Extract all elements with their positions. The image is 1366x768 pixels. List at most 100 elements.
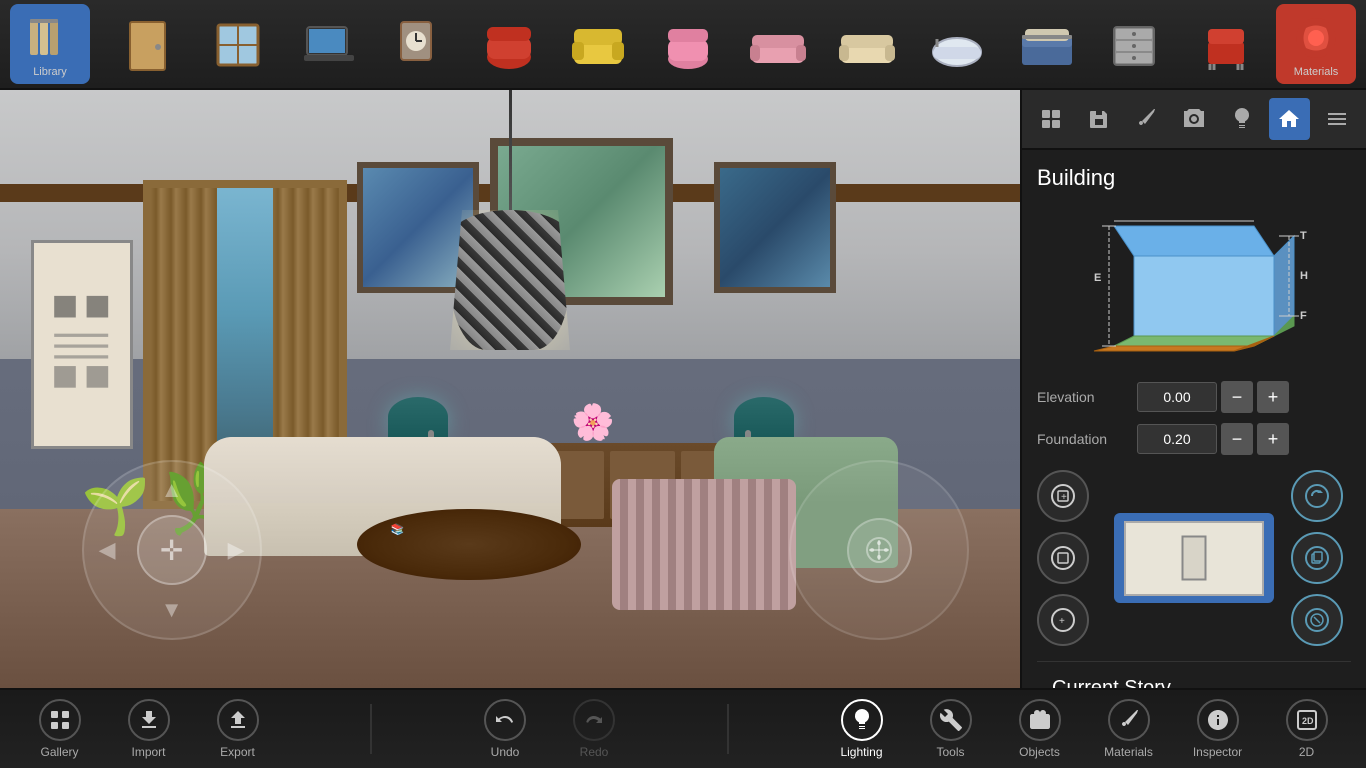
panel-paint-btn[interactable] [1125,98,1167,140]
pendant-lamp [450,90,570,350]
bottom-group-left: Gallery Import Export [15,694,282,764]
lighting-button[interactable]: Lighting [819,694,904,764]
building-section: Building T [1022,150,1366,688]
joystick-right-icon[interactable] [847,518,912,583]
bottom-toolbar: Gallery Import Export [0,688,1366,768]
svg-text:2D: 2D [1302,716,1314,726]
furniture-laptop[interactable] [289,9,369,79]
panel-home-btn[interactable] [1269,98,1311,140]
svg-text:+: + [1059,616,1065,627]
tools-icon [930,699,972,741]
furniture-door[interactable] [110,9,190,79]
furniture-pink-sofa[interactable] [738,9,818,79]
import-button[interactable]: Import [106,694,191,764]
foundation-plus-btn[interactable]: + [1257,423,1289,455]
objects-button[interactable]: Objects [997,694,1082,764]
panel-icon-row [1022,90,1366,150]
joystick-up-arrow: ▲ [161,477,183,503]
svg-text:F: F [1300,310,1307,322]
main-viewport: 🌿 🌱 🌸 📚 ▲ ▼ ◀ [0,90,1020,688]
floor-plan-inner [1124,521,1264,596]
rotate-btn[interactable] [1291,470,1343,522]
floor-plan-preview[interactable] [1114,513,1274,603]
lamp-cord [509,90,512,210]
joystick-right[interactable] [789,460,969,640]
furniture-pink-chair[interactable] [648,9,728,79]
room-scene: 🌿 🌱 🌸 📚 ▲ ▼ ◀ [0,90,1020,688]
joystick-right-arrow: ▶ [228,537,245,563]
svg-text:H: H [1300,270,1308,282]
floor-plan-door [1182,536,1207,581]
panel-lighting-btn[interactable] [1221,98,1263,140]
library-button[interactable]: Library [10,4,90,84]
separator-1 [370,704,372,754]
furniture-clock[interactable] [379,9,459,79]
gallery-button[interactable]: Gallery [17,694,102,764]
elevation-input[interactable] [1137,382,1217,412]
export-icon [217,699,259,741]
delete-btn[interactable] [1291,594,1343,646]
svg-text:E: E [1094,272,1101,284]
elevation-plus-btn[interactable]: + [1257,381,1289,413]
foundation-input[interactable] [1137,424,1217,454]
import-label: Import [131,745,165,759]
furniture-yellow-armchair[interactable] [558,9,638,79]
library-icon [23,11,78,66]
select-btn[interactable] [1037,532,1089,584]
objects-icon [1019,699,1061,741]
svg-text:+: + [1061,492,1067,503]
materials-icon [1289,11,1344,66]
undo-button[interactable]: Undo [463,694,548,764]
lamp-shade [450,210,570,350]
panel-save-btn[interactable] [1078,98,1120,140]
2d-icon: 2D [1286,699,1328,741]
building-title: Building [1037,165,1351,191]
current-story-section: Current Story Slab Thickness − + [1037,661,1351,688]
tools-button[interactable]: Tools [908,694,993,764]
copy-btn[interactable] [1291,532,1343,584]
lighting-label: Lighting [840,745,882,759]
furniture-dresser[interactable] [1096,9,1176,79]
joystick-left[interactable]: ▲ ▼ ◀ ▶ ✛ [82,460,262,640]
furniture-bed[interactable] [1007,9,1087,79]
inspector-label: Inspector [1193,745,1242,759]
elevation-minus-btn[interactable]: − [1221,381,1253,413]
foundation-row: Foundation − + [1037,423,1351,455]
panel-camera-btn[interactable] [1173,98,1215,140]
elevation-row: Elevation − + [1037,381,1351,413]
gallery-label: Gallery [40,745,78,759]
materials-button[interactable]: Materials [1276,4,1356,84]
add-floor-btn[interactable]: + [1037,470,1089,522]
panel-objects-btn[interactable] [1030,98,1072,140]
joystick-center[interactable]: ✛ [137,515,207,585]
wall-art-left [31,240,133,449]
current-story-title: Current Story [1052,677,1336,688]
box-preview: T H F E [1074,206,1314,366]
import-icon [128,699,170,741]
elevation-label: Elevation [1037,389,1137,405]
2d-label: 2D [1299,745,1314,759]
furniture-beige-sofa[interactable] [827,9,907,79]
foundation-minus-btn[interactable]: − [1221,423,1253,455]
coffee-table: 📚 [357,509,581,581]
inspector-button[interactable]: Inspector [1175,694,1260,764]
objects-label: Objects [1019,745,1060,759]
joystick-left-arrow: ◀ [99,537,116,563]
wall-lamp-left [388,397,448,437]
joystick-down-arrow: ▼ [161,597,183,623]
striped-chair [612,479,796,611]
furniture-red-chair[interactable] [469,9,549,79]
wall-lamp-right [734,397,794,437]
export-button[interactable]: Export [195,694,280,764]
2d-button[interactable]: 2D 2D [1264,694,1349,764]
panel-list-btn[interactable] [1316,98,1358,140]
top-toolbar: Library [0,0,1366,90]
furniture-window[interactable] [200,9,280,79]
furniture-bathtub[interactable] [917,9,997,79]
redo-button[interactable]: Redo [552,694,637,764]
move-btn[interactable]: + [1037,594,1089,646]
separator-2 [727,704,729,754]
materials-bottom-button[interactable]: Materials [1086,694,1171,764]
bottom-group-center-left: Undo Redo [461,694,639,764]
furniture-red-chair-2[interactable] [1186,9,1266,79]
